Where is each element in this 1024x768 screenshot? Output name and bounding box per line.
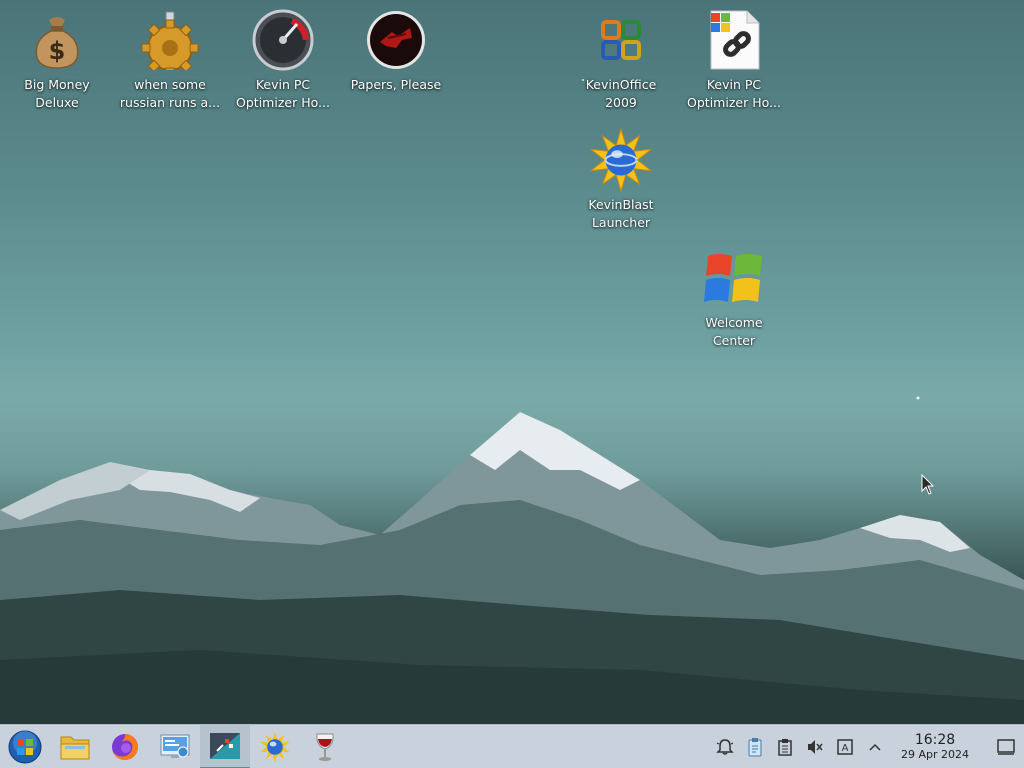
desktop-icon-label: KevinBlast Launcher (588, 197, 654, 230)
money-bag-icon: $ (25, 8, 89, 72)
start-orb-icon (8, 730, 42, 763)
clock-date: 29 Apr 2024 (900, 748, 969, 761)
desktop-icon-kevin-pc-optimizer-2[interactable]: Kevin PC Optimizer Ho... (682, 8, 786, 112)
taskbar-file-explorer[interactable] (50, 725, 100, 768)
shortcut-link-icon (702, 8, 766, 72)
system-tray: A 16:28 29 Apr 2024 (710, 725, 1024, 768)
desktop-icon-label: Papers, Please (350, 77, 442, 92)
desktop-icon-label: Kevin PC Optimizer Ho... (236, 77, 330, 110)
desktop-icon-when-some-russian[interactable]: when some russian runs a... (118, 8, 222, 112)
desktop-icon-papers-please[interactable]: Papers, Please (344, 8, 448, 94)
speedometer-icon (251, 8, 315, 72)
desktop-icon-kevinoffice-2009[interactable]: KevinOffice 2009 (569, 8, 673, 112)
tray-clipboard-bin[interactable] (740, 725, 770, 768)
notifications-icon (716, 739, 734, 755)
tray-expand[interactable] (860, 725, 890, 768)
desktop-icon-label: Welcome Center (705, 315, 763, 348)
taskbar: A 16:28 29 Apr 2024 (0, 724, 1024, 768)
desktop-icon-welcome-center[interactable]: Welcome Center (682, 246, 786, 350)
clock-time: 16:28 (914, 732, 956, 748)
windows-logo-icon (702, 246, 766, 310)
terminal-app-icon (210, 732, 240, 759)
kevinblast-icon (259, 730, 291, 763)
taskbar-firefox[interactable] (100, 725, 150, 768)
desktop-icon-label: KevinOffice 2009 (585, 77, 657, 110)
wine-glass-icon (316, 733, 334, 761)
svg-text:A: A (842, 743, 849, 754)
desktop-icon-label: Kevin PC Optimizer Ho... (687, 77, 781, 110)
mouse-cursor (921, 474, 935, 495)
desktop-icon-kevin-pc-optimizer-1[interactable]: Kevin PC Optimizer Ho... (231, 8, 335, 112)
desktop-icon-big-money-deluxe[interactable]: $ Big Money Deluxe (5, 8, 109, 112)
volume-muted-icon (808, 740, 823, 754)
clipboard-bin-icon (748, 738, 762, 757)
svg-text:$: $ (49, 37, 66, 65)
file-explorer-icon (60, 736, 90, 759)
taskbar-wine[interactable] (300, 725, 350, 768)
show-desktop-icon (997, 739, 1015, 755)
desktop-icon-kevinblast-launcher[interactable]: KevinBlast Launcher (569, 127, 673, 232)
taskbar-kevinblast[interactable] (250, 725, 300, 768)
clock[interactable]: 16:28 29 Apr 2024 (890, 732, 980, 762)
tray-keyboard-layout[interactable]: A (830, 725, 860, 768)
show-desktop-button[interactable] (988, 725, 1024, 768)
tray-clipboard[interactable] (770, 725, 800, 768)
gear-icon (138, 8, 202, 72)
tray-notifications[interactable] (710, 725, 740, 768)
desktop-icon-label: Big Money Deluxe (24, 77, 90, 110)
clipboard-icon (778, 739, 792, 756)
blast-globe-icon (589, 127, 653, 193)
papers-please-icon (364, 8, 428, 72)
keyboard-layout-icon: A (837, 739, 853, 755)
office-icon (589, 8, 653, 72)
taskbar-terminal-app[interactable] (200, 724, 250, 768)
firefox-icon (112, 733, 138, 760)
start-button[interactable] (0, 725, 50, 768)
tray-volume[interactable] (800, 725, 830, 768)
desktop: $ Big Money Deluxe when some russian run… (0, 0, 1024, 724)
taskbar-control-panel[interactable] (150, 725, 200, 768)
chevron-up-icon (869, 743, 881, 751)
desktop-icon-label: when some russian runs a... (119, 77, 221, 110)
control-panel-icon (160, 734, 190, 758)
